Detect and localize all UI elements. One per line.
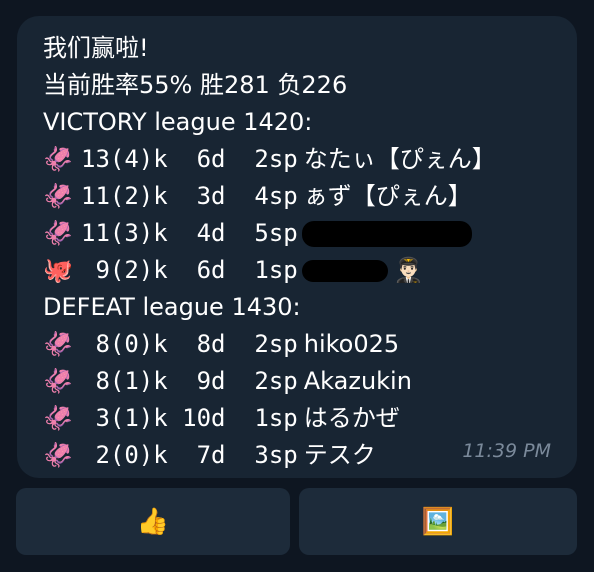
victory-row: 🦑 11(2)k 3d 4sp ぁず【ぴぇん】 [43, 178, 577, 215]
octopus-icon: 🐙 [43, 256, 73, 284]
squid-icon: 🦑 [43, 182, 73, 210]
player-stats: 3(1)k 10d 1sp [81, 404, 298, 432]
redacted-name [301, 259, 388, 282]
redacted-name [301, 220, 472, 247]
squid-icon: 🦑 [43, 367, 73, 395]
player-stats: 2(0)k 7d 3sp [81, 441, 298, 469]
winrate-line: 当前胜率55% 胜281 负226 [43, 71, 348, 99]
player-name: Akazukin [303, 367, 412, 395]
victory-row: 🦑 11(3)k 4d 5sp [43, 215, 577, 252]
framed-picture-icon: 🖼️ [421, 506, 455, 537]
message-timestamp: 11:39 PM [462, 440, 551, 462]
thumbs-up-button[interactable]: 👍 [16, 488, 290, 555]
victory-row: 🦑 13(4)k 6d 2sp なたぃ【ぴぇん】 [43, 141, 577, 178]
pilot-icon: 👨🏻‍✈️ [393, 256, 424, 284]
defeat-title: DEFEAT league 1430: [43, 293, 301, 321]
picture-button[interactable]: 🖼️ [299, 488, 577, 555]
player-name: テスク [303, 441, 376, 469]
squid-icon: 🦑 [43, 441, 73, 469]
defeat-row: 🦑 8(0)k 8d 2sp hiko025 [43, 326, 577, 363]
defeat-row: 🦑 3(1)k 10d 1sp はるかぜ [43, 400, 577, 437]
message-bubble: 我们赢啦! 当前胜率55% 胜281 负226 VICTORY league 1… [17, 16, 577, 478]
squid-icon: 🦑 [43, 145, 73, 173]
defeat-row: 🦑 8(1)k 9d 2sp Akazukin [43, 363, 577, 400]
player-name: hiko025 [303, 330, 400, 358]
player-name: ぁず【ぴぇん】 [303, 182, 472, 210]
squid-icon: 🦑 [43, 330, 73, 358]
player-stats: 8(1)k 9d 2sp [81, 367, 298, 395]
victory-row: 🐙 9(2)k 6d 1sp 👨🏻‍✈️ [43, 252, 577, 289]
victory-title: VICTORY league 1420: [43, 108, 313, 136]
player-name: はるかぜ [303, 404, 400, 432]
thumbs-up-icon: 👍 [136, 506, 170, 537]
player-stats: 13(4)k 6d 2sp [81, 145, 298, 173]
squid-icon: 🦑 [43, 404, 73, 432]
player-stats: 11(3)k 4d 5sp [81, 219, 298, 247]
player-stats: 11(2)k 3d 4sp [81, 182, 298, 210]
player-stats: 8(0)k 8d 2sp [81, 330, 298, 358]
player-stats: 9(2)k 6d 1sp [81, 256, 298, 284]
message-header: 我们赢啦! [43, 34, 149, 62]
player-name: なたぃ【ぴぇん】 [303, 145, 496, 173]
squid-icon: 🦑 [43, 219, 73, 247]
